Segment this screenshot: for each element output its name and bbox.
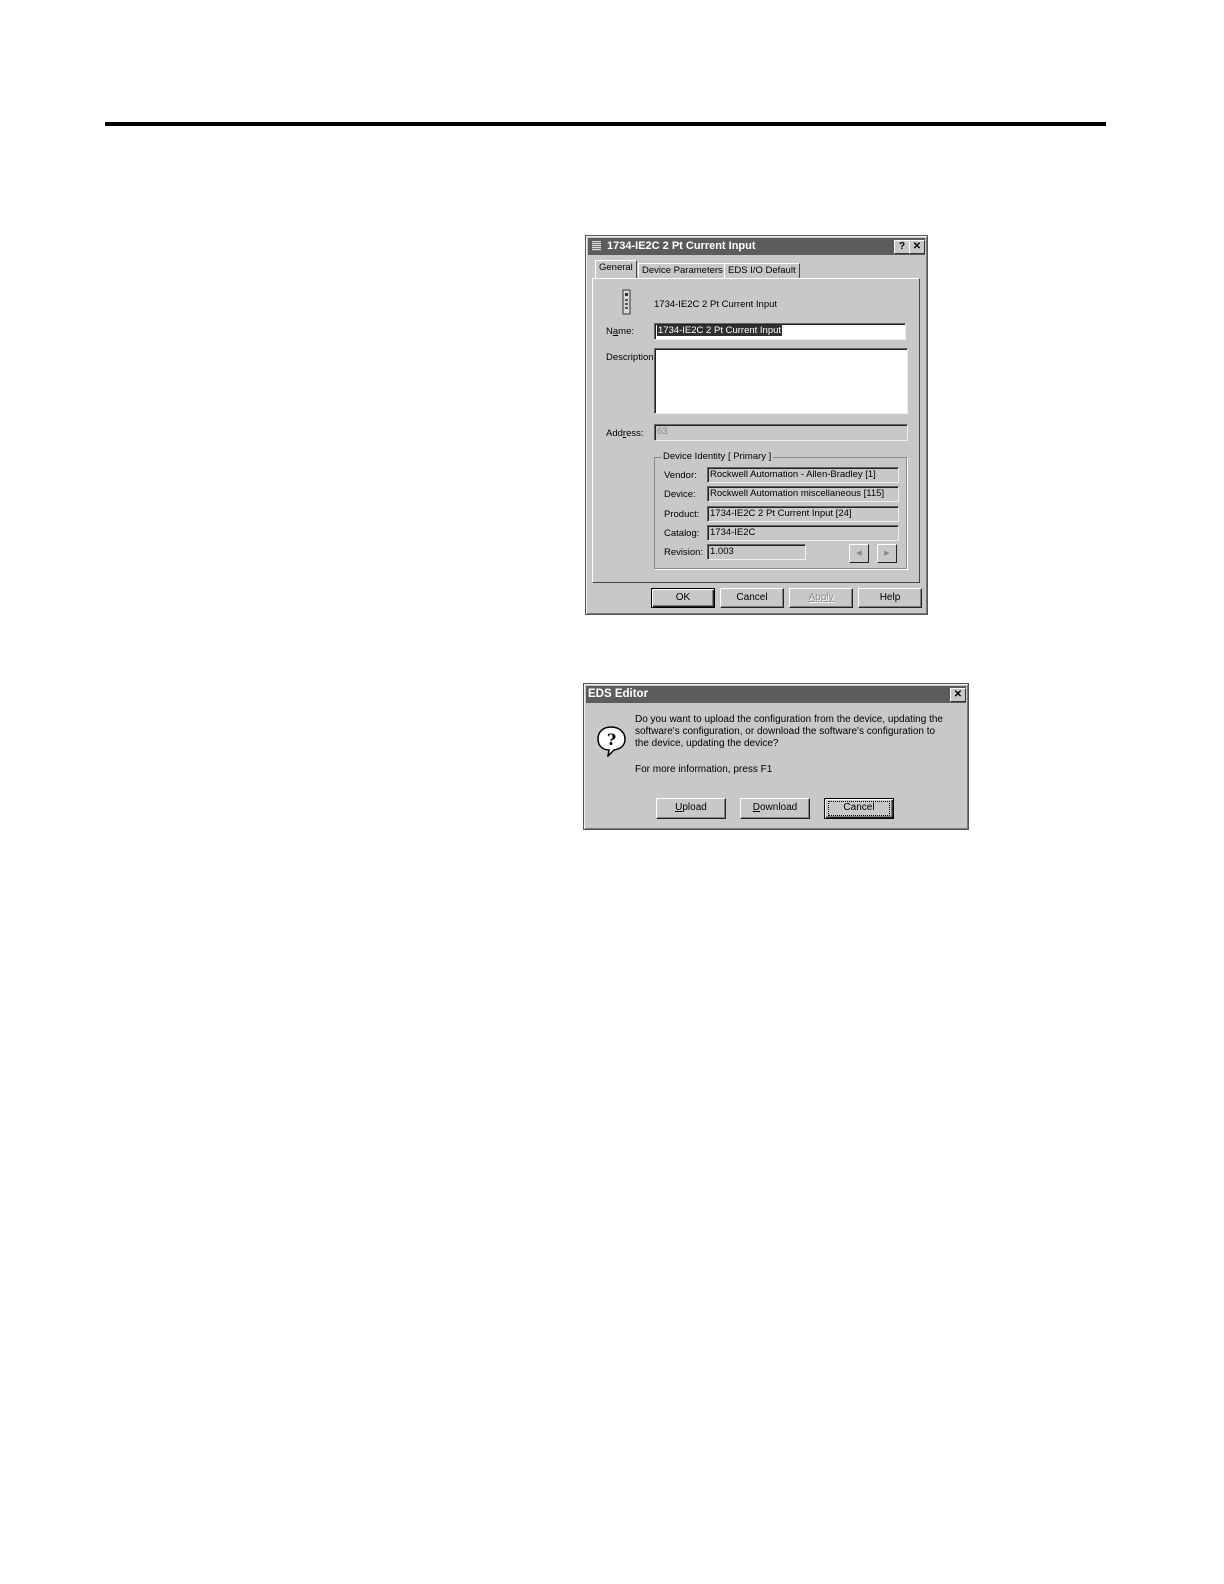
eds-editor-dialog: EDS Editor ✕ ? Do you want to upload the… bbox=[583, 683, 969, 830]
next-revision-arrow-icon[interactable]: ▶ bbox=[877, 544, 897, 563]
description-label: Description: bbox=[606, 352, 657, 363]
name-label: Name: bbox=[606, 326, 635, 337]
question-mark: ? bbox=[607, 730, 616, 749]
message-line-3: the device, updating the device? bbox=[635, 738, 779, 749]
close-icon[interactable]: ✕ bbox=[909, 240, 925, 254]
download-button[interactable]: Download bbox=[740, 798, 810, 819]
general-tab-panel: 1734-IE2C 2 Pt Current Input Name: 1734-… bbox=[592, 278, 920, 583]
device-label: Device: bbox=[664, 489, 696, 500]
revision-label: Revision: bbox=[664, 547, 704, 558]
device-identity-group: Device Identity [ Primary ] Vendor: Rock… bbox=[654, 451, 907, 569]
name-input[interactable]: 1734-IE2C 2 Pt Current Input bbox=[654, 323, 906, 340]
device-identity-title: Device Identity [ Primary ] bbox=[661, 451, 774, 462]
eds-close-icon[interactable]: ✕ bbox=[950, 688, 966, 702]
address-field: 63 bbox=[654, 424, 908, 441]
device-window-icon[interactable] bbox=[592, 241, 601, 251]
eds-cancel-button[interactable]: Cancel bbox=[824, 798, 894, 819]
title-bar[interactable]: 1734-IE2C 2 Pt Current Input ? ✕ bbox=[588, 238, 925, 255]
catalog-label: Catalog: bbox=[664, 528, 700, 539]
device-properties-dialog: 1734-IE2C 2 Pt Current Input ? ✕ General… bbox=[585, 235, 928, 615]
window-title: 1734-IE2C 2 Pt Current Input bbox=[607, 240, 756, 252]
cancel-button[interactable]: Cancel bbox=[720, 588, 784, 608]
focus-rect bbox=[828, 801, 890, 816]
message-line-1: Do you want to upload the configuration … bbox=[635, 714, 943, 725]
message-line-2: software's configuration, or download th… bbox=[635, 726, 936, 737]
prev-revision-arrow-icon[interactable]: ◀ bbox=[849, 544, 869, 563]
tab-general[interactable]: General bbox=[595, 260, 637, 278]
vendor-field: Rockwell Automation - Allen-Bradley [1] bbox=[707, 467, 899, 483]
upload-button[interactable]: Upload bbox=[656, 798, 726, 819]
apply-button[interactable]: Apply bbox=[789, 588, 853, 608]
address-label: Address: bbox=[606, 428, 644, 439]
eds-title-bar[interactable]: EDS Editor ✕ bbox=[586, 686, 966, 703]
product-field: 1734-IE2C 2 Pt Current Input [24] bbox=[707, 506, 899, 522]
description-textarea[interactable] bbox=[654, 348, 908, 414]
catalog-field: 1734-IE2C bbox=[707, 525, 899, 541]
eds-info-text: For more information, press F1 bbox=[635, 764, 773, 775]
page-top-rule bbox=[105, 122, 1106, 126]
device-field: Rockwell Automation miscellaneous [115] bbox=[707, 486, 899, 502]
revision-field: 1.003 bbox=[707, 544, 806, 560]
vendor-label: Vendor: bbox=[664, 470, 697, 481]
question-icon: ? bbox=[597, 726, 626, 757]
eds-message: Do you want to upload the configuration … bbox=[635, 714, 943, 750]
tab-eds-io-default[interactable]: EDS I/O Default bbox=[724, 263, 800, 278]
tab-device-parameters[interactable]: Device Parameters bbox=[638, 263, 727, 278]
help-title-button[interactable]: ? bbox=[894, 240, 910, 254]
device-caption: 1734-IE2C 2 Pt Current Input bbox=[654, 299, 778, 310]
io-module-icon bbox=[622, 289, 631, 315]
help-button[interactable]: Help bbox=[858, 588, 922, 608]
eds-window-title: EDS Editor bbox=[588, 688, 649, 700]
product-label: Product: bbox=[664, 509, 700, 520]
ok-button[interactable]: OK bbox=[651, 588, 715, 608]
